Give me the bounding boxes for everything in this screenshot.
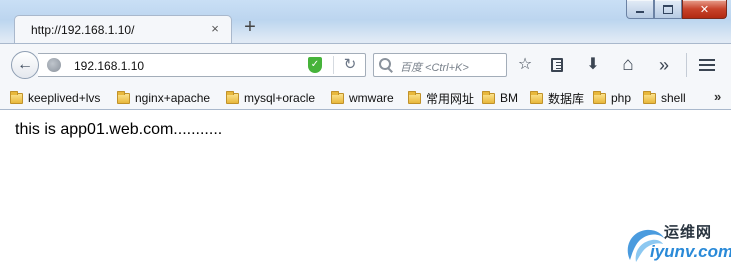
folder-icon xyxy=(593,90,606,104)
folder-icon xyxy=(482,90,495,104)
reading-list-icon xyxy=(551,58,563,72)
back-button[interactable]: ← xyxy=(11,51,39,79)
bookmark-label: 数据库 xyxy=(548,91,585,106)
bookmark-star-icon[interactable]: ☆ xyxy=(514,55,536,75)
reading-list-button[interactable] xyxy=(546,55,568,75)
menu-button[interactable] xyxy=(696,55,718,75)
url-bar[interactable]: 192.168.1.10 ✓ ↻ xyxy=(38,53,366,77)
tab-close-icon[interactable]: × xyxy=(207,21,223,37)
tab-active[interactable]: http://192.168.1.10/ × xyxy=(14,15,232,43)
close-window-button[interactable]: ✕ xyxy=(682,0,727,19)
bookmark-label: php xyxy=(611,91,632,105)
folder-icon xyxy=(530,90,543,104)
bookmark-label: shell xyxy=(661,91,686,105)
new-tab-button[interactable]: + xyxy=(240,17,260,38)
close-icon: ✕ xyxy=(699,3,710,16)
folder-icon xyxy=(331,90,344,104)
bookmark-folder[interactable]: 常用网址 xyxy=(408,90,474,106)
search-box[interactable]: 百度 <Ctrl+K> xyxy=(373,53,507,77)
bookmark-folder[interactable]: mysql+oracle xyxy=(226,90,315,106)
search-placeholder: 百度 <Ctrl+K> xyxy=(400,62,469,74)
maximize-icon xyxy=(663,4,673,14)
minimize-icon xyxy=(636,11,644,13)
bookmark-folder[interactable]: nginx+apache xyxy=(117,90,210,106)
shield-icon[interactable]: ✓ xyxy=(308,57,322,73)
folder-icon xyxy=(226,90,239,104)
bookmark-folder[interactable]: 数据库 xyxy=(530,90,584,106)
bookmark-label: 常用网址 xyxy=(426,91,475,106)
hamburger-menu-icon xyxy=(699,59,715,61)
tab-title: http://192.168.1.10/ xyxy=(31,23,135,37)
search-icon xyxy=(378,57,394,73)
page-body-text: this is app01.web.com........... xyxy=(15,121,223,138)
bookmark-label: BM xyxy=(500,91,518,105)
bookmark-label: wmware xyxy=(349,91,394,105)
home-icon[interactable]: ⌂ xyxy=(617,55,639,75)
bookmark-label: mysql+oracle xyxy=(244,91,316,105)
url-divider xyxy=(333,56,334,74)
folder-icon xyxy=(408,90,421,104)
watermark-en-text: iyunv.com xyxy=(650,242,731,261)
back-arrow-icon: ← xyxy=(17,56,33,73)
bookmark-folder[interactable]: keeplived+lvs xyxy=(10,90,100,106)
globe-icon xyxy=(47,58,61,72)
toolbar-divider xyxy=(686,53,687,77)
download-icon[interactable]: ⬇ xyxy=(582,55,604,75)
bookmark-folder[interactable]: shell xyxy=(643,90,686,106)
bookmark-folder[interactable]: php xyxy=(593,90,631,106)
folder-icon xyxy=(643,90,656,104)
bookmark-folder[interactable]: BM xyxy=(482,90,518,106)
folder-icon xyxy=(117,90,130,104)
url-text[interactable]: 192.168.1.10 xyxy=(74,59,144,73)
window-controls: ✕ xyxy=(626,0,727,19)
bookmarks-overflow-icon[interactable]: » xyxy=(714,89,721,104)
bookmark-label: nginx+apache xyxy=(135,91,211,105)
maximize-button[interactable] xyxy=(654,0,682,19)
reload-icon[interactable]: ↻ xyxy=(341,56,359,74)
bookmark-folder[interactable]: wmware xyxy=(331,90,394,106)
folder-icon xyxy=(10,90,23,104)
minimize-button[interactable] xyxy=(626,0,654,19)
watermark-logo: 运维网 iyunv.com xyxy=(622,218,731,268)
bookmarks-toolbar: keeplived+lvs nginx+apache mysql+oracle … xyxy=(0,86,731,110)
bookmark-label: keeplived+lvs xyxy=(28,91,101,105)
navigation-toolbar: 192.168.1.10 ✓ ↻ ← 百度 <Ctrl+K> ☆ ⬇ ⌂ » xyxy=(0,43,731,86)
overflow-icon[interactable]: » xyxy=(653,55,675,75)
watermark-cn-text: 运维网 xyxy=(664,224,713,241)
